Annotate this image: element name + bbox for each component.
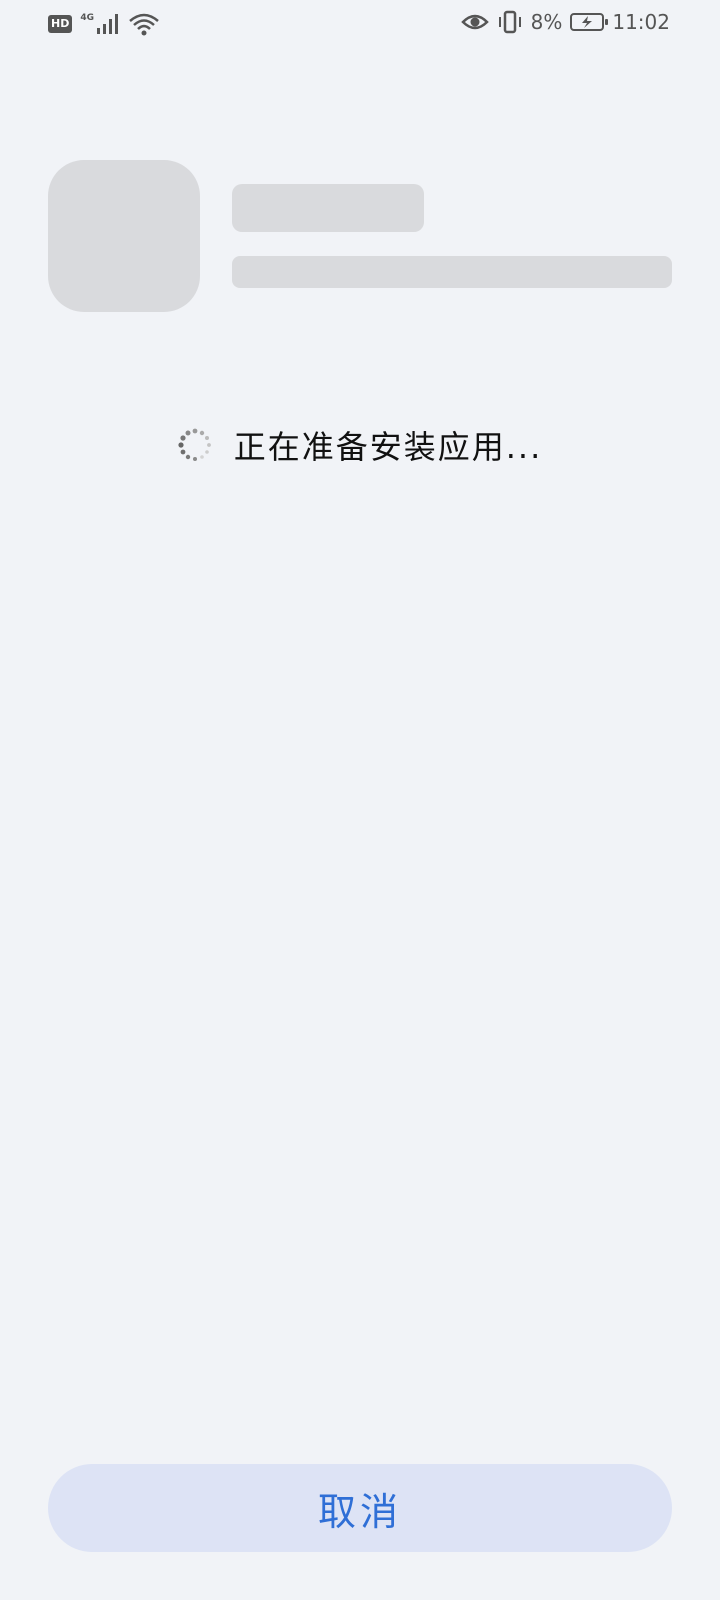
loading-row: 正在准备安装应用... (0, 420, 720, 470)
battery-percent: 8% (530, 10, 563, 34)
battery-charging-icon (570, 13, 609, 31)
cancel-button-label: 取消 (317, 1489, 402, 1534)
status-bar: HD 4G 8% 11:02 (0, 0, 720, 48)
app-icon-placeholder (48, 160, 200, 312)
clock-time: 11:02 (612, 10, 670, 34)
app-info-placeholder (232, 256, 672, 288)
app-name-placeholder (232, 184, 424, 232)
vibrate-icon (498, 10, 521, 34)
status-left: HD 4G (48, 12, 160, 36)
loading-spinner-icon (178, 428, 211, 461)
wifi-icon (129, 13, 159, 36)
signal-icon (97, 14, 118, 34)
hd-badge: HD (48, 15, 73, 33)
loading-text: 正在准备安装应用... (233, 428, 543, 466)
network-type: 4G (80, 13, 94, 23)
status-right: 8% 11:02 (460, 10, 670, 34)
cancel-button[interactable]: 取消 (48, 1464, 672, 1552)
eye-icon (460, 14, 489, 30)
